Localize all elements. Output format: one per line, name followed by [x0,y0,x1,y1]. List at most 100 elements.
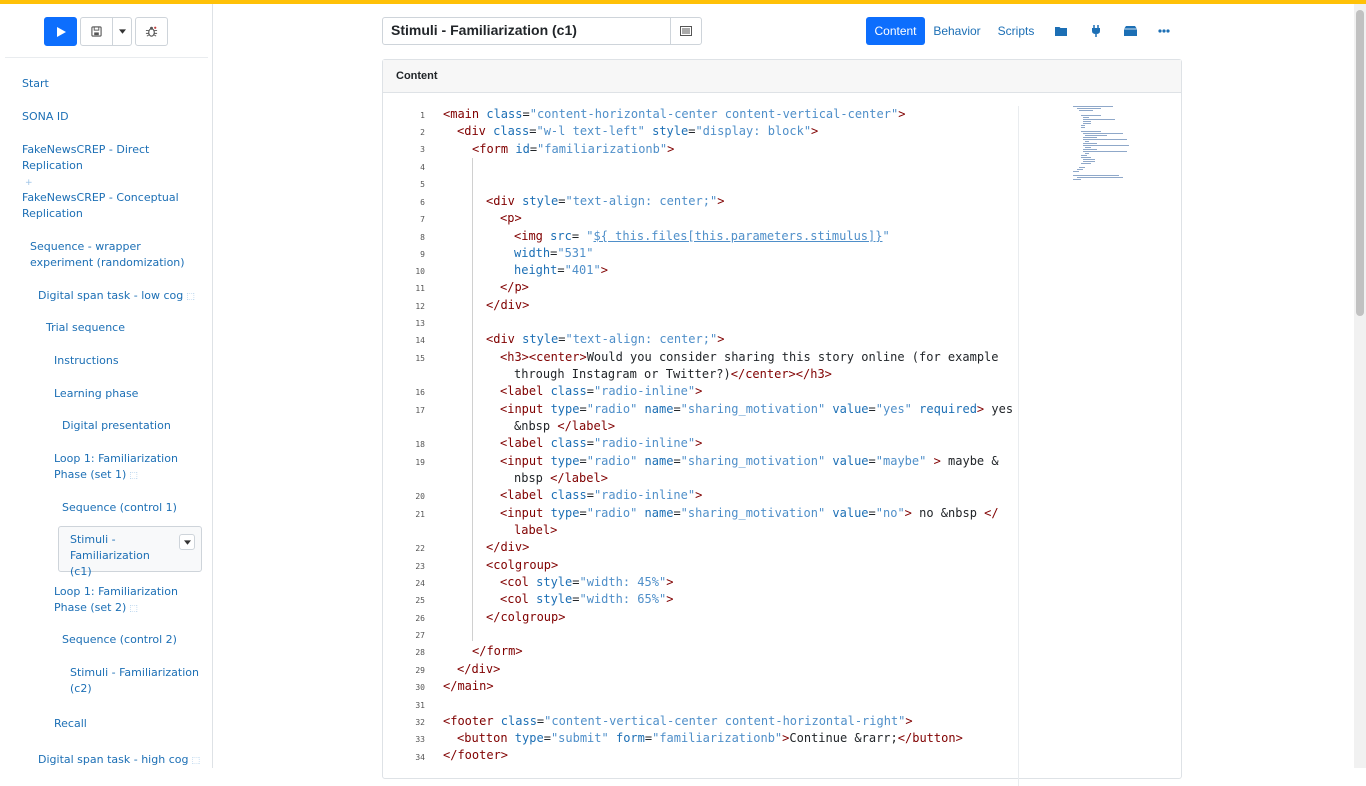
item-menu-button[interactable] [179,534,195,550]
code-line: <input type="radio" name="sharing_motiva… [500,454,999,468]
tree-item[interactable]: Digital span task - high cog ⬚ [38,752,208,768]
tree-item[interactable]: Sequence (control 2) [62,632,177,648]
line-number: 28 [415,648,425,657]
line-number: 5 [420,180,425,189]
tree-item[interactable]: Digital presentation [62,418,171,434]
minimap-line [1081,157,1091,158]
minimap-line [1079,167,1085,168]
folder-icon [1055,27,1067,36]
tree-item[interactable]: Loop 1: Familiarization Phase (set 2) ⬚ [54,584,204,617]
tree-item[interactable]: SONA ID [22,109,69,125]
line-number: 8 [420,233,425,242]
save-button[interactable] [80,17,113,46]
page-scrollbar[interactable] [1354,4,1366,768]
code-line: <input type="radio" name="sharing_motiva… [500,506,999,520]
code-minimap[interactable] [1073,106,1153,186]
more-options-button[interactable] [1151,17,1177,45]
line-number: 21 [415,510,425,519]
tab-scripts[interactable]: Scripts [993,17,1039,45]
line-number: 14 [415,336,425,345]
line-number: 24 [415,579,425,588]
tree-item[interactable]: Sequence (control 1) [62,500,177,516]
line-number: 7 [420,215,425,224]
tag-icon: ⬚ [129,471,138,481]
tree-item-selected[interactable]: Stimuli - Familiarization (c1) [58,526,202,578]
tree-item[interactable]: Start [22,76,49,92]
code-line: <footer class="content-vertical-center c… [443,714,913,728]
code-line: </colgroup> [486,610,566,624]
code-line: <div style="text-align: center;"> [486,332,725,346]
code-line: </div> [486,540,530,554]
line-number: 4 [420,163,425,172]
line-number: 31 [415,701,425,710]
sidebar: Start SONA ID FakeNewsCREP - Direct Repl… [0,4,213,768]
code-line: <col style="width: 45%"> [500,575,674,589]
line-number: 33 [415,735,425,744]
tree-item[interactable]: Trial sequence [46,320,125,336]
tree-item-label: Stimuli - Familiarization (c1) [70,533,150,578]
code-line: label> [514,523,558,537]
minimap-line [1077,108,1101,109]
tree-item[interactable]: Learning phase [54,386,138,402]
code-line: <col style="width: 65%"> [500,592,674,606]
minimap-line [1081,131,1101,132]
export-button[interactable] [1117,17,1143,45]
code-line: <img src= "${ this.files[this.parameters… [514,229,890,243]
tree-item[interactable]: Instructions [54,353,119,369]
line-number: 10 [415,267,425,276]
minimap-line [1083,121,1091,122]
code-line: through Instagram or Twitter?)</center><… [514,367,832,381]
minimap-line [1083,145,1129,146]
tree-item[interactable]: FakeNewsCREP - Conceptual Replication [22,190,182,222]
minimap-line [1073,175,1119,176]
save-dropdown-button[interactable] [112,17,132,46]
minimap-line [1083,161,1095,162]
minimap-line [1083,123,1091,124]
tab-content[interactable]: Content [866,17,925,45]
tree-item[interactable]: Loop 1: Familiarization Phase (set 1) ⬚ [54,451,204,484]
tree-item[interactable]: Digital span task - low cog ⬚ [38,288,208,305]
scroll-thumb[interactable] [1356,10,1364,316]
code-line: </main> [443,679,494,693]
minimap-line [1085,153,1089,154]
minimap-line [1083,143,1097,144]
minimap-line [1083,139,1127,140]
minimap-line [1081,115,1101,116]
minimap-line [1083,151,1127,152]
line-number: 11 [415,284,425,293]
code-line: <colgroup> [486,558,559,572]
plugins-button[interactable] [1083,17,1109,45]
line-number: 15 [415,354,425,363]
minimap-line [1081,155,1087,156]
line-number: 16 [415,388,425,397]
debug-button[interactable] [135,17,168,46]
code-line: <input type="radio" name="sharing_motiva… [500,402,1014,416]
minimap-line [1081,125,1085,126]
line-number: 19 [415,458,425,467]
title-options-button[interactable] [670,17,702,45]
line-number: 17 [415,406,425,415]
code-line: height="401"> [514,263,608,277]
code-line: nbsp </label> [514,471,608,485]
run-button[interactable] [44,17,77,46]
line-number: 9 [420,250,425,259]
plug-icon [1092,25,1100,37]
tree-item[interactable]: FakeNewsCREP - Direct Replication + [22,142,202,191]
tab-behavior[interactable]: Behavior [930,17,984,45]
line-number: 29 [415,666,425,675]
indent-guide [472,158,473,641]
line-number: 6 [420,198,425,207]
code-line: </div> [457,662,501,676]
line-number: 20 [415,492,425,501]
line-number: 2 [420,128,425,137]
tree-item[interactable]: Sequence - wrapper experiment (randomiza… [30,239,200,271]
code-line: <button type="submit" form="familiarizat… [457,731,963,745]
files-button[interactable] [1048,17,1074,45]
minimap-line [1083,133,1123,134]
list-icon [680,26,692,36]
component-title-input[interactable]: Stimuli - Familiarization (c1) [382,17,671,45]
tree-item[interactable]: Recall [54,716,87,732]
save-icon [91,26,102,37]
tree-item[interactable]: Stimuli - Familiarization (c2) [70,665,200,697]
minimap-line [1079,110,1093,111]
